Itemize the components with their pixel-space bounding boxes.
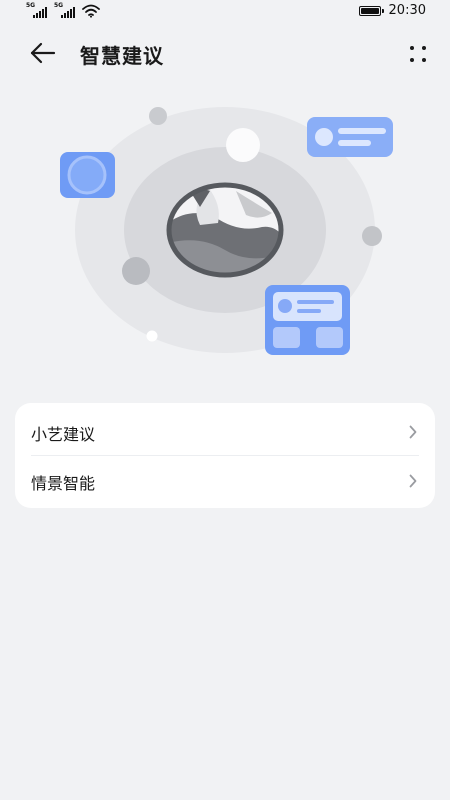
clock: 20:30 (388, 3, 426, 18)
hero-illustration (60, 107, 393, 355)
status-left: 5G 5G (26, 3, 100, 18)
back-button[interactable] (26, 38, 62, 68)
status-right: 20:30 (358, 3, 426, 18)
header: 智慧建议 (0, 28, 450, 78)
list-item-label: 情景智能 (31, 474, 96, 493)
more-dots-icon (410, 46, 426, 62)
status-bar: 5G 5G 20:30 (0, 0, 450, 24)
suggestions-card: 小艺建议 情景智能 (15, 403, 435, 508)
page-title: 智慧建议 (80, 44, 164, 68)
arrow-left-icon (30, 42, 56, 64)
widget-toggle-icon (60, 152, 115, 198)
signal-icon: 5G (54, 3, 76, 18)
signal-icon: 5G (26, 3, 48, 18)
grey-dot (362, 226, 382, 246)
list-item-scene-intelligence[interactable]: 情景智能 (15, 454, 435, 506)
chevron-right-icon (409, 425, 417, 439)
grey-dot (122, 257, 150, 285)
widget-message-icon (307, 117, 393, 157)
battery-icon (358, 5, 384, 16)
list-item-xiaoyi-suggestions[interactable]: 小艺建议 (15, 405, 435, 457)
widget-card-icon (265, 285, 350, 355)
list-item-label: 小艺建议 (31, 425, 96, 444)
wifi-icon (82, 4, 100, 18)
more-options-button[interactable] (404, 40, 432, 68)
white-dot (146, 330, 158, 342)
white-dot (226, 128, 260, 162)
chevron-right-icon (409, 474, 417, 488)
grey-dot (149, 107, 167, 125)
